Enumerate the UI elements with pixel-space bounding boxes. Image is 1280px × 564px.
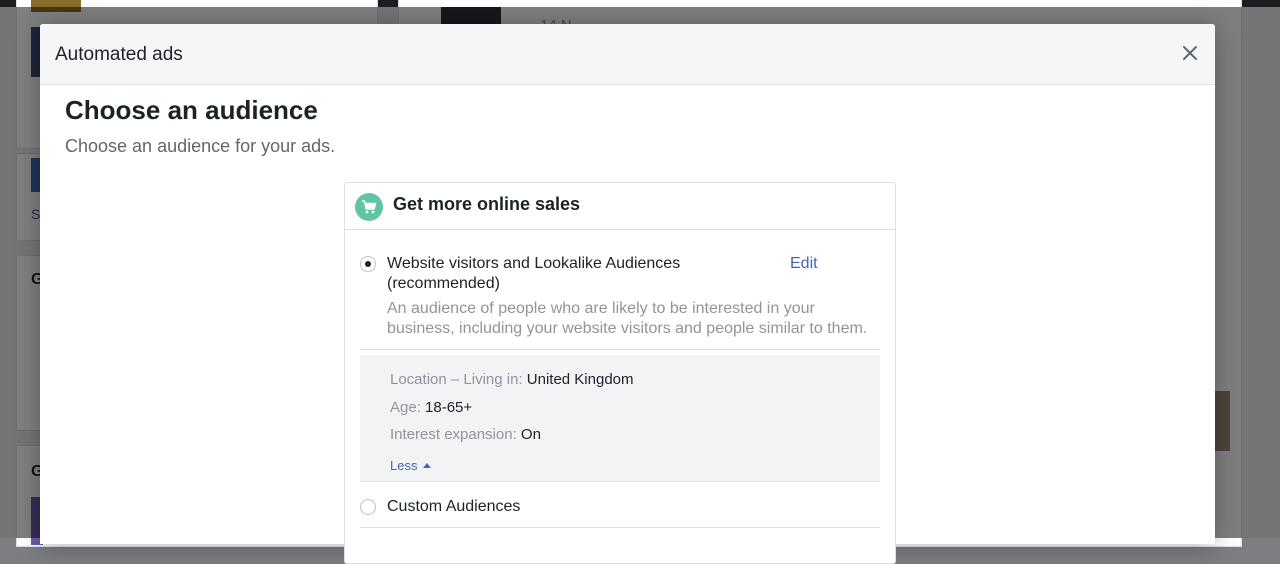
age-row: Age: 18-65+ (390, 399, 472, 416)
close-icon (1183, 46, 1197, 60)
location-label: Location – Living in: (390, 371, 523, 388)
cart-icon (355, 193, 383, 221)
panel-header: Get more online sales (345, 183, 895, 230)
panel-title: Get more online sales (393, 194, 581, 214)
location-row: Location – Living in: United Kingdom (390, 371, 634, 388)
dialog-title: Automated ads (55, 44, 183, 65)
custom-audiences-radio[interactable] (360, 499, 376, 515)
page-heading: Choose an audience (65, 95, 318, 125)
edit-audience-link[interactable]: Edit (790, 255, 818, 273)
interest-expansion-label: Interest expansion: (390, 426, 517, 443)
website-visitors-label[interactable]: Website visitors and Lookalike Audiences (387, 254, 680, 274)
close-button[interactable] (1179, 42, 1201, 64)
divider (360, 527, 880, 528)
page-subheading: Choose an audience for your ads. (65, 136, 336, 156)
caret-up-icon (423, 463, 432, 468)
less-toggle[interactable]: Less (390, 458, 432, 473)
dialog-header: Automated ads (40, 24, 1215, 85)
location-value: United Kingdom (526, 371, 634, 388)
recommended-label: (recommended) (387, 275, 500, 292)
age-label: Age: (390, 399, 421, 416)
interest-expansion-value: On (520, 426, 541, 443)
audience-panel: Get more online sales Website visitors a… (344, 182, 896, 564)
custom-audiences-label[interactable]: Custom Audiences (387, 497, 520, 517)
automated-ads-dialog: Automated ads Choose an audience Choose … (40, 24, 1215, 564)
age-value: 18-65+ (425, 399, 473, 416)
divider (360, 349, 880, 350)
less-label: Less (390, 458, 418, 473)
audience-details: Location – Living in: United Kingdom Age… (360, 355, 880, 482)
website-visitors-radio[interactable] (360, 256, 376, 272)
interest-expansion-row: Interest expansion: On (390, 426, 541, 443)
audience-description-line-1: An audience of people who are likely to … (387, 300, 815, 317)
audience-description-line-2: business, including your website visitor… (387, 320, 868, 337)
divider (360, 481, 880, 482)
